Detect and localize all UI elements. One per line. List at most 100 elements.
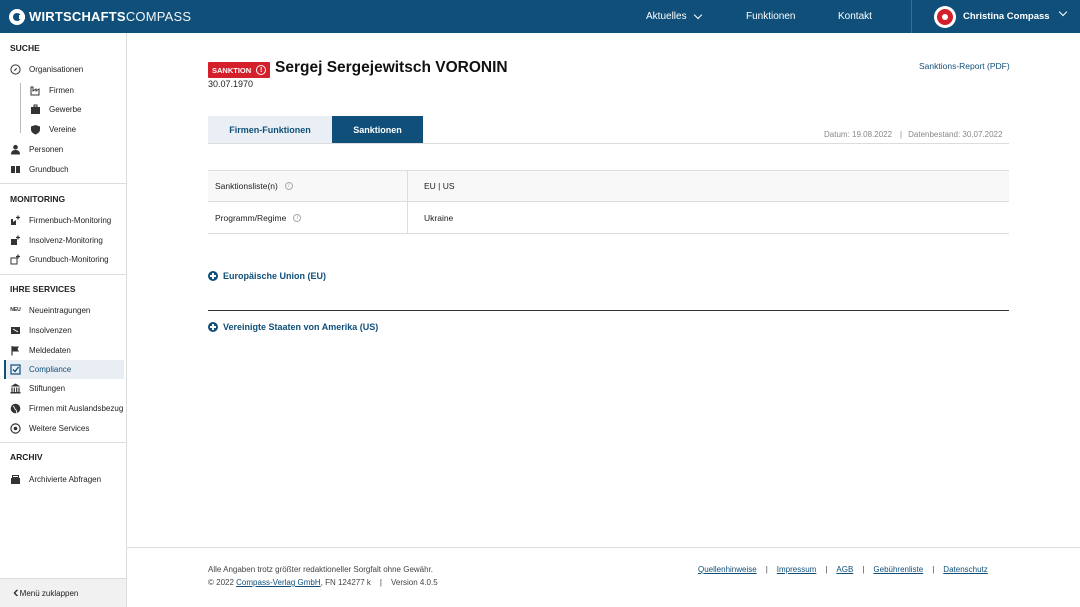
nav-funktionen-label: Funktionen <box>746 11 796 22</box>
chevron-down-icon <box>693 10 702 19</box>
sidebar-item-insolvenz-monitoring[interactable]: Insolvenz-Monitoring <box>10 233 103 247</box>
table-cell-label: Programm/Regime i <box>208 202 408 233</box>
footer-link-agb[interactable]: AGB <box>836 565 853 574</box>
section-title-suche: SUCHE <box>10 43 40 53</box>
user-name: Christina Compass <box>963 11 1050 22</box>
sidebar-item-auslandsbezug[interactable]: Firmen mit Auslandsbezug <box>10 401 123 415</box>
divider <box>0 183 126 184</box>
sidebar-item-organisationen[interactable]: Organisationen <box>10 62 83 76</box>
sanctions-report-link[interactable]: Sanktions-Report (PDF) <box>919 61 1010 71</box>
plus-circle-icon <box>208 271 218 281</box>
info-icon: ! <box>256 65 267 75</box>
section-title-monitoring: MONITORING <box>10 194 66 204</box>
nav-aktuelles[interactable]: Aktuelles <box>646 0 702 33</box>
sidebar-item-weitere-services[interactable]: Weitere Services <box>10 421 89 435</box>
sidebar-item-label: Firmen <box>49 85 74 95</box>
wirtschaftscompass-logo[interactable]: WIRTSCHAFTS COMPASS <box>9 8 191 25</box>
sanction-badge[interactable]: SANKTION ! <box>208 62 271 78</box>
footer-separator: | <box>825 565 828 574</box>
row-label: Sanktionsliste(n) <box>215 181 278 191</box>
table-cell-value: EU | US <box>424 181 455 191</box>
tab-sanktionen[interactable]: Sanktionen <box>332 116 423 143</box>
main-content: SANKTION ! Sergej Sergejewitsch VORONIN … <box>127 33 1080 607</box>
chevron-down-icon <box>1058 7 1068 17</box>
sidebar-item-label: Neueintragungen <box>29 305 91 315</box>
shield-icon <box>30 124 41 135</box>
version-text: Version 4.0.5 <box>390 578 438 587</box>
info-icon[interactable]: i <box>293 213 302 222</box>
new-badge-icon: NEU <box>10 307 21 313</box>
copyright-text: © 2022 <box>208 578 234 587</box>
company-link[interactable]: Compass-Verlag GmbH <box>236 578 320 587</box>
land-plus-icon <box>10 254 21 265</box>
table-cell-label: Sanktionsliste(n) i <box>208 171 408 201</box>
sidebar-item-gewerbe[interactable]: Gewerbe <box>30 102 81 116</box>
logo-text-bold: WIRTSCHAFTS <box>29 9 126 24</box>
briefcase-icon <box>30 104 41 115</box>
footer-links: Quellenhinweise | Impressum | AGB | Gebü… <box>698 565 988 574</box>
sidebar-item-label: Personen <box>29 144 64 154</box>
globe-icon <box>10 403 21 414</box>
sidebar-item-grundbuch[interactable]: Grundbuch <box>10 162 69 176</box>
sidebar-item-stiftungen[interactable]: Stiftungen <box>10 381 65 395</box>
plus-circle-icon <box>208 322 218 332</box>
compass-c-icon <box>10 422 21 434</box>
sidebar-item-personen[interactable]: Personen <box>10 142 63 156</box>
row-label: Programm/Regime <box>215 212 287 223</box>
sidebar-item-label: Weitere Services <box>29 423 90 433</box>
sanctions-table: Sanktionsliste(n) i EU | US Programm/Reg… <box>208 170 1009 234</box>
checkbox-icon <box>10 363 21 375</box>
sidebar-item-grundbuch-monitoring[interactable]: Grundbuch-Monitoring <box>10 252 109 266</box>
table-row: Sanktionsliste(n) i EU | US <box>208 170 1009 202</box>
footer-link-impressum[interactable]: Impressum <box>777 565 817 574</box>
footer-link-gebuehrenliste[interactable]: Gebührenliste <box>873 565 923 574</box>
section-title-archiv: ARCHIV <box>10 452 43 462</box>
sidebar-item-label: Insolvenz-Monitoring <box>29 235 103 245</box>
sidebar-item-vereine[interactable]: Vereine <box>30 122 76 136</box>
divider <box>0 274 126 275</box>
sidebar: SUCHE Organisationen Firmen Gewerbe Vere… <box>0 33 127 607</box>
collapse-menu-label: Menü zuklappen <box>19 588 79 598</box>
sidebar-item-insolvenzen[interactable]: Insolvenzen <box>10 323 72 337</box>
sidebar-item-label: Vereine <box>49 124 77 134</box>
sidebar-item-firmenbuch-monitoring[interactable]: Firmenbuch-Monitoring <box>10 213 111 227</box>
flag-icon <box>10 345 21 356</box>
tab-firmen-funktionen[interactable]: Firmen-Funktionen <box>208 116 332 143</box>
footer-separator: | <box>379 578 382 587</box>
birth-date: 30.07.1970 <box>208 79 254 89</box>
accordion-eu[interactable]: Europäische Union (EU) <box>208 271 326 281</box>
footer-disclaimer: Alle Angaben trotz größter redaktionelle… <box>208 565 434 574</box>
factory-icon <box>30 85 41 96</box>
footer-link-quellenhinweise[interactable]: Quellenhinweise <box>698 565 757 574</box>
accordion-us-label: Vereinigte Staaten von Amerika (US) <box>223 322 379 332</box>
person-icon <box>10 144 21 155</box>
insolvency-plus-icon <box>10 235 21 246</box>
info-icon[interactable]: i <box>284 182 293 190</box>
sidebar-item-label: Organisationen <box>29 64 84 74</box>
tab-underline <box>208 143 1009 144</box>
collapse-menu-button[interactable]: ‹‹ Menü zuklappen <box>0 578 126 607</box>
accordion-eu-label: Europäische Union (EU) <box>223 271 327 281</box>
sidebar-item-firmen[interactable]: Firmen <box>30 83 74 97</box>
sidebar-item-archivierte-abfragen[interactable]: Archivierte Abfragen <box>10 472 101 486</box>
nav-kontakt[interactable]: Kontakt <box>838 0 872 33</box>
logo-text-thin: COMPASS <box>125 9 192 24</box>
footer-divider <box>127 547 1080 548</box>
user-menu[interactable]: Christina Compass <box>911 0 1080 33</box>
sidebar-item-meldedaten[interactable]: Meldedaten <box>10 343 71 357</box>
sidebar-item-label: Firmen mit Auslandsbezug <box>29 403 124 413</box>
sidebar-item-compliance[interactable]: Compliance <box>10 362 71 376</box>
sanction-badge-label: SANKTION <box>212 65 252 75</box>
accordion-us[interactable]: Vereinigte Staaten von Amerika (US) <box>208 322 378 332</box>
factory-plus-icon <box>10 215 21 226</box>
nav-kontakt-label: Kontakt <box>838 11 872 22</box>
compass-logo-icon <box>9 8 25 25</box>
footer-copyright: © 2022 Compass-Verlag GmbH, FN 124277 k … <box>208 578 438 587</box>
divider <box>0 442 126 443</box>
section-title-services: IHRE SERVICES <box>10 284 76 294</box>
sidebar-item-neueintragungen[interactable]: NEU Neueintragungen <box>10 303 90 317</box>
sidebar-item-label: Stiftungen <box>29 383 66 393</box>
footer-link-datenschutz[interactable]: Datenschutz <box>943 565 987 574</box>
nav-funktionen[interactable]: Funktionen <box>746 0 795 33</box>
user-avatar-icon <box>934 5 956 28</box>
